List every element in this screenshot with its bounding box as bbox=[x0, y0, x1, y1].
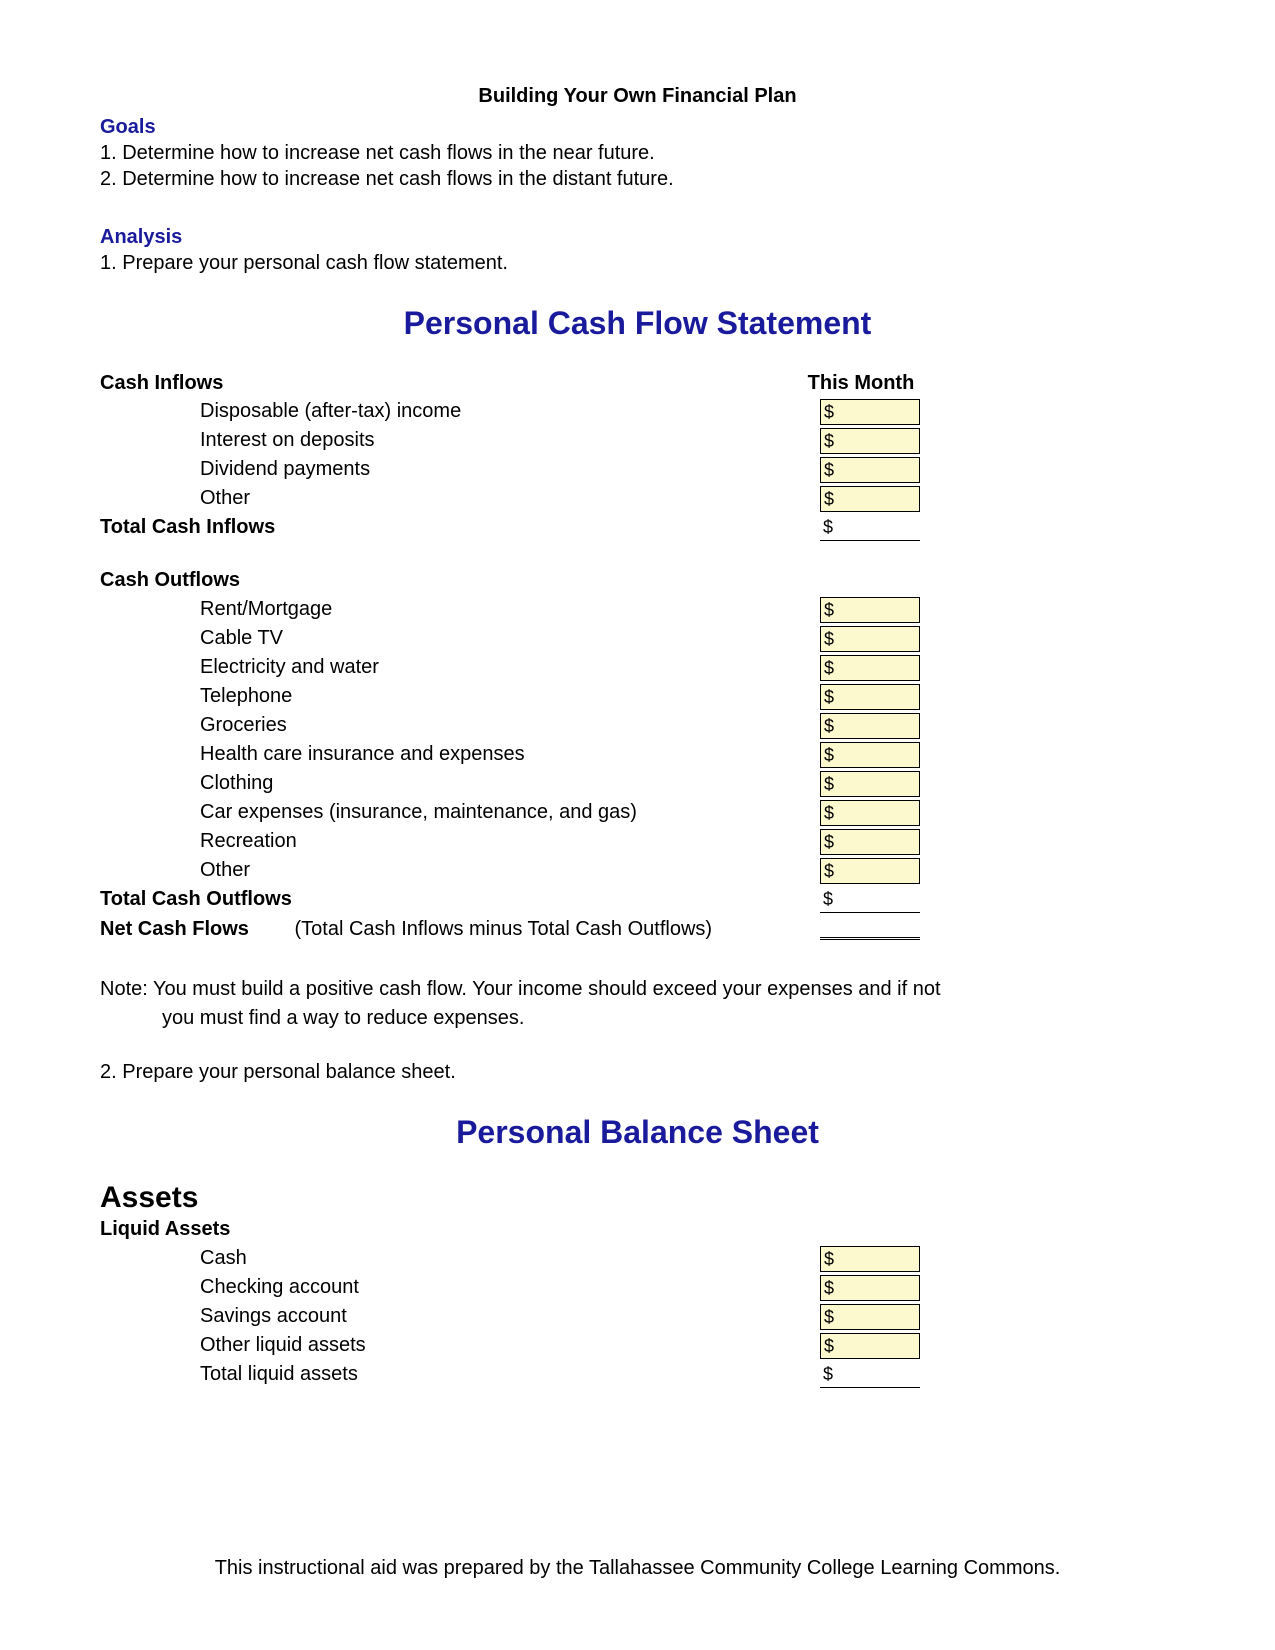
goals-heading: Goals bbox=[100, 116, 1175, 139]
note-line: Note: You must build a positive cash flo… bbox=[100, 975, 1175, 1004]
assets-heading: Assets bbox=[100, 1181, 1175, 1215]
net-label-text: Net Cash Flows bbox=[100, 918, 249, 940]
net-cash-flows-value bbox=[820, 914, 920, 940]
cashflow-title: Personal Cash Flow Statement bbox=[100, 305, 1175, 342]
outflow-input[interactable]: $ bbox=[820, 684, 920, 710]
liquid-asset-label: Other liquid assets bbox=[100, 1334, 820, 1357]
liquid-asset-label: Cash bbox=[100, 1247, 820, 1270]
inflow-label: Interest on deposits bbox=[100, 429, 820, 452]
outflow-label: Groceries bbox=[100, 714, 820, 737]
outflow-input[interactable]: $ bbox=[820, 742, 920, 768]
analysis-item: 1. Prepare your personal cash flow state… bbox=[100, 252, 1175, 275]
goal-item: 2. Determine how to increase net cash fl… bbox=[100, 168, 1175, 191]
net-note-text: (Total Cash Inflows minus Total Cash Out… bbox=[294, 918, 712, 940]
liquid-asset-label: Checking account bbox=[100, 1276, 820, 1299]
liquid-asset-input[interactable]: $ bbox=[820, 1333, 920, 1359]
total-inflows-label: Total Cash Inflows bbox=[100, 516, 820, 539]
balance-title: Personal Balance Sheet bbox=[100, 1114, 1175, 1151]
outflow-input[interactable]: $ bbox=[820, 626, 920, 652]
liquid-asset-input[interactable]: $ bbox=[820, 1304, 920, 1330]
liquid-asset-input[interactable]: $ bbox=[820, 1246, 920, 1272]
cash-outflows-heading: Cash Outflows bbox=[100, 569, 820, 592]
outflow-label: Clothing bbox=[100, 772, 820, 795]
inflow-input[interactable]: $ bbox=[820, 457, 920, 483]
inflow-input[interactable]: $ bbox=[820, 399, 920, 425]
liquid-assets-heading: Liquid Assets bbox=[100, 1218, 820, 1241]
analysis-heading: Analysis bbox=[100, 226, 1175, 249]
cash-inflows-heading: Cash Inflows bbox=[100, 372, 802, 395]
net-cash-flows-label: Net Cash Flows (Total Cash Inflows minus… bbox=[100, 918, 820, 941]
outflow-label: Health care insurance and expenses bbox=[100, 743, 820, 766]
outflow-label: Rent/Mortgage bbox=[100, 598, 820, 621]
liquid-asset-input[interactable]: $ bbox=[820, 1275, 920, 1301]
outflow-label: Cable TV bbox=[100, 627, 820, 650]
inflow-input[interactable]: $ bbox=[820, 486, 920, 512]
outflow-label: Recreation bbox=[100, 830, 820, 853]
outflow-input[interactable]: $ bbox=[820, 713, 920, 739]
outflow-label: Other bbox=[100, 859, 820, 882]
outflow-input[interactable]: $ bbox=[820, 655, 920, 681]
total-outflows-label: Total Cash Outflows bbox=[100, 888, 820, 911]
outflow-input[interactable]: $ bbox=[820, 829, 920, 855]
note-block: Note: You must build a positive cash flo… bbox=[100, 975, 1175, 1033]
inflow-label: Other bbox=[100, 487, 820, 510]
total-outflows-value: $ bbox=[820, 887, 920, 913]
this-month-heading: This Month bbox=[802, 372, 920, 395]
inflow-label: Disposable (after-tax) income bbox=[100, 400, 820, 423]
outflow-label: Car expenses (insurance, maintenance, an… bbox=[100, 801, 820, 824]
outflow-input[interactable]: $ bbox=[820, 800, 920, 826]
goal-item: 1. Determine how to increase net cash fl… bbox=[100, 142, 1175, 165]
outflow-label: Telephone bbox=[100, 685, 820, 708]
step2-text: 2. Prepare your personal balance sheet. bbox=[100, 1061, 1175, 1084]
outflow-input[interactable]: $ bbox=[820, 858, 920, 884]
cashflow-table: Cash Inflows This Month Disposable (afte… bbox=[100, 372, 920, 945]
outflow-label: Electricity and water bbox=[100, 656, 820, 679]
document-title: Building Your Own Financial Plan bbox=[100, 85, 1175, 108]
total-liquid-value: $ bbox=[820, 1362, 920, 1388]
inflow-label: Dividend payments bbox=[100, 458, 820, 481]
total-inflows-value: $ bbox=[820, 515, 920, 541]
total-liquid-label: Total liquid assets bbox=[100, 1363, 820, 1386]
outflow-input[interactable]: $ bbox=[820, 597, 920, 623]
footer-text: This instructional aid was prepared by t… bbox=[0, 1557, 1275, 1580]
liquid-asset-label: Savings account bbox=[100, 1305, 820, 1328]
inflow-input[interactable]: $ bbox=[820, 428, 920, 454]
balance-table: Liquid Assets Cash $ Checking account $ … bbox=[100, 1215, 920, 1389]
outflow-input[interactable]: $ bbox=[820, 771, 920, 797]
note-line: you must find a way to reduce expenses. bbox=[100, 1004, 1175, 1033]
